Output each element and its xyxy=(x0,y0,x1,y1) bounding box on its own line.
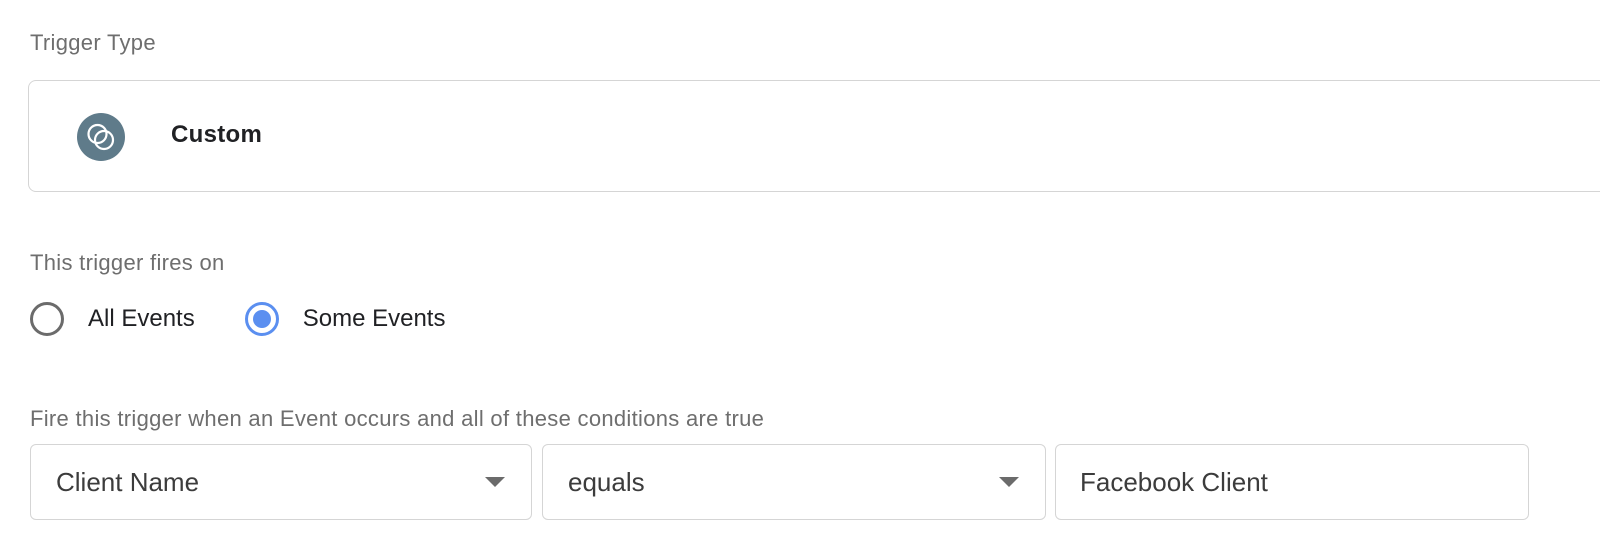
conditions-label: Fire this trigger when an Event occurs a… xyxy=(30,406,765,431)
condition-value-input[interactable] xyxy=(1056,466,1528,498)
custom-event-icon xyxy=(77,113,125,161)
fires-on-label: This trigger fires on xyxy=(30,250,225,275)
radio-all-events[interactable]: All Events xyxy=(30,302,195,336)
radio-some-events-label[interactable]: Some Events xyxy=(303,305,446,333)
trigger-type-name: Custom xyxy=(171,121,263,148)
radio-unchecked-icon[interactable] xyxy=(30,302,64,336)
trigger-type-label: Trigger Type xyxy=(30,30,156,55)
dropdown-arrow-icon[interactable] xyxy=(999,477,1019,487)
radio-some-events[interactable]: Some Events xyxy=(244,302,446,336)
condition-value-field[interactable] xyxy=(1055,444,1529,520)
radio-all-events-label[interactable]: All Events xyxy=(88,305,195,333)
radio-checked-icon[interactable] xyxy=(244,302,279,336)
condition-variable-select[interactable]: Client Name xyxy=(30,444,532,520)
condition-operator-select[interactable]: equals xyxy=(542,444,1046,520)
dropdown-arrow-icon[interactable] xyxy=(485,477,505,487)
condition-operator-value: equals xyxy=(568,466,645,497)
trigger-type-card[interactable]: Custom xyxy=(28,80,1600,192)
condition-variable-value: Client Name xyxy=(56,466,200,497)
radio-dot xyxy=(252,310,271,328)
fires-on-radio-group: All Events Some Events xyxy=(30,302,445,336)
